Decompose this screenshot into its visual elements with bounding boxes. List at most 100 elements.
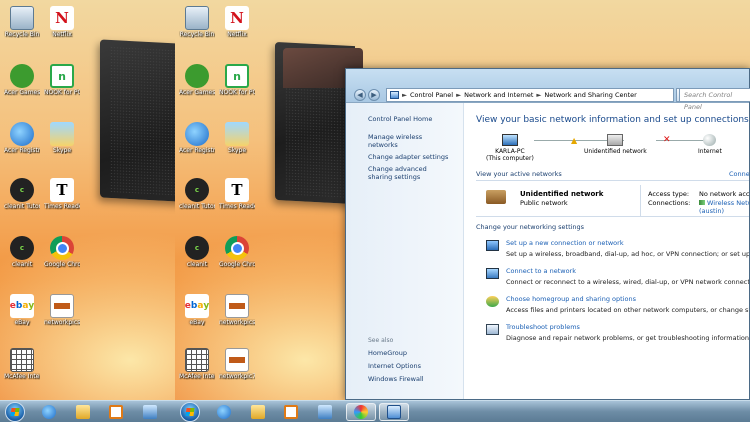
window-titlebar[interactable]: ◀ ▶ ► Control Panel ► Network and Intern… <box>346 69 750 111</box>
map-computer-node[interactable]: KARLA-PC (This computer) <box>486 134 534 162</box>
mcafee-icon <box>185 348 209 372</box>
acer-games-shortcut[interactable]: Acer Games <box>179 64 215 96</box>
change-advanced-sharing-link[interactable]: Change advanced sharing settings <box>368 165 450 181</box>
network-sharing-center-window[interactable]: ◀ ▶ ► Control Panel ► Network and Intern… <box>345 68 750 400</box>
connect-network-link[interactable]: Connect to a network <box>506 267 749 275</box>
control-panel-home-link[interactable]: Control Panel Home <box>368 115 463 123</box>
mcafee-shortcut[interactable]: McAfee Internet Sc... <box>179 348 215 380</box>
manage-wireless-networks-link[interactable]: Manage wireless networks <box>368 133 450 149</box>
desktop-icon-label: Acer Games <box>4 89 40 96</box>
task-troubleshoot[interactable]: Troubleshoot problems Diagnose and repai… <box>476 323 749 342</box>
desktop-icon-label: networkpic7 <box>219 373 255 380</box>
map-network-node[interactable]: Unidentified network <box>584 134 647 155</box>
networkpics-shortcut[interactable]: networkpics1 <box>219 294 255 326</box>
desktop-icon-label: cleanit Tutorial <box>4 203 40 210</box>
google-chrome-shortcut[interactable]: Google Chrome <box>219 236 255 268</box>
acer-registration-icon <box>10 122 34 146</box>
breadcrumb-network-internet[interactable]: Network and Internet <box>464 91 533 99</box>
networkpic7-shortcut[interactable]: networkpic7 <box>219 348 255 380</box>
divider <box>640 185 641 216</box>
address-bar[interactable]: ► Control Panel ► Network and Internet ►… <box>386 88 674 102</box>
homegroup-link[interactable]: HomeGroup <box>368 349 450 357</box>
internet-options-link[interactable]: Internet Options <box>368 362 450 370</box>
desktop-icon-label: Acer Games <box>179 89 215 96</box>
times-reader-shortcut[interactable]: T Times Reader <box>219 178 255 210</box>
acer-games-icon <box>185 64 209 88</box>
breadcrumb-control-panel[interactable]: Control Panel <box>410 91 453 99</box>
recycle-bin-shortcut[interactable]: Recycle Bin <box>179 6 215 38</box>
task-setup-connection[interactable]: Set up a new connection or network Set u… <box>476 239 749 258</box>
taskbar-ie-button[interactable] <box>211 403 237 421</box>
homegroup-sharing-link[interactable]: Choose homegroup and sharing options <box>506 295 749 303</box>
netflix-icon: N <box>225 6 249 30</box>
times-reader-shortcut[interactable]: T Times Reader <box>44 178 80 210</box>
desktop-icon-label: Recycle Bin <box>179 31 215 38</box>
connect-disconnect-link[interactable]: Connect <box>729 170 749 178</box>
search-input[interactable]: Search Control Panel <box>679 88 750 111</box>
arrow-left-icon: ◀ <box>357 91 363 99</box>
active-networks-header: View your active networks Connect <box>476 170 749 181</box>
page-title: View your basic network information and … <box>476 115 749 125</box>
cleanit-tutorial-shortcut[interactable]: c cleanit Tutorial <box>4 178 40 210</box>
map-internet-node[interactable]: Internet <box>698 134 722 155</box>
troubleshoot-link[interactable]: Troubleshoot problems <box>506 323 749 331</box>
cleanit-shortcut[interactable]: c cleanit <box>4 236 40 268</box>
taskbar-ie-button[interactable] <box>36 403 62 421</box>
taskbar-control-panel-button[interactable] <box>379 403 409 421</box>
acer-registration-shortcut[interactable]: Acer Registration <box>4 122 40 154</box>
skype-shortcut[interactable]: Skype <box>219 122 255 154</box>
taskbar-paint-button[interactable] <box>346 403 376 421</box>
taskbar-network-button[interactable] <box>312 403 338 421</box>
wireless-connection-link[interactable]: Wireless Network (austin) <box>699 199 749 215</box>
acer-games-shortcut[interactable]: Acer Games <box>4 64 40 96</box>
netflix-shortcut[interactable]: N Netflix <box>44 6 80 38</box>
times-reader-icon: T <box>50 178 74 202</box>
change-adapter-settings-link[interactable]: Change adapter settings <box>368 153 450 161</box>
network-location-type-link[interactable]: Public network <box>520 199 568 207</box>
task-homegroup-sharing[interactable]: Choose homegroup and sharing options Acc… <box>476 295 749 314</box>
warning-icon: ▲ <box>571 136 578 145</box>
disconnected-x-icon: ✕ <box>663 135 671 145</box>
taskbar-media-button[interactable] <box>103 403 129 421</box>
desktop-left: Recycle Bin N Netflix Acer Games n NOOK … <box>0 0 175 400</box>
mcafee-shortcut[interactable]: McAfee Internet Sc... <box>4 348 40 380</box>
connect-network-desc: Connect or reconnect to a wireless, wire… <box>506 278 749 286</box>
google-chrome-icon <box>50 236 74 260</box>
desktop-icon-label: networkpics1 <box>219 319 255 326</box>
taskbar-explorer-button[interactable] <box>70 403 96 421</box>
back-button[interactable]: ◀ <box>354 89 366 101</box>
taskbar-media-button[interactable] <box>278 403 304 421</box>
start-orb-icon[interactable] <box>5 402 25 422</box>
taskbar-network-button[interactable] <box>137 403 163 421</box>
nook-icon: n <box>225 64 249 88</box>
ebay-shortcut[interactable]: ebay eBay <box>4 294 40 326</box>
ebay-shortcut[interactable]: ebay eBay <box>179 294 215 326</box>
networkpics-shortcut[interactable]: networkpics1 <box>44 294 80 326</box>
breadcrumb-network-sharing-center[interactable]: Network and Sharing Center <box>544 91 636 99</box>
desktop-icon-label: Times Reader <box>44 203 80 210</box>
desktop-icon-label: cleanit <box>11 261 33 268</box>
active-network-name: Unidentified network <box>520 190 604 198</box>
taskbar-explorer-button[interactable] <box>245 403 271 421</box>
forward-button[interactable]: ▶ <box>368 89 380 101</box>
skype-shortcut[interactable]: Skype <box>44 122 80 154</box>
see-also-section: See also HomeGroup Internet Options Wind… <box>368 337 450 388</box>
cleanit-shortcut[interactable]: c cleanit <box>179 236 215 268</box>
google-chrome-shortcut[interactable]: Google Chrome <box>44 236 80 268</box>
public-network-bench-icon <box>486 190 506 204</box>
recycle-bin-shortcut[interactable]: Recycle Bin <box>4 6 40 38</box>
network-name: Unidentified network <box>584 148 647 155</box>
nook-shortcut[interactable]: n NOOK for PC <box>219 64 255 96</box>
cleanit-tutorial-shortcut[interactable]: c cleanit Tutorial <box>179 178 215 210</box>
setup-connection-link[interactable]: Set up a new connection or network <box>506 239 749 247</box>
start-orb-icon[interactable] <box>180 402 200 422</box>
setup-connection-desc: Set up a wireless, broadband, dial-up, a… <box>506 250 749 258</box>
netflix-shortcut[interactable]: N Netflix <box>219 6 255 38</box>
nook-shortcut[interactable]: n NOOK for PC <box>44 64 80 96</box>
homegroup-sharing-desc: Access files and printers located on oth… <box>506 306 749 314</box>
desktop-icon-label: networkpics1 <box>44 319 80 326</box>
task-connect-network[interactable]: Connect to a network Connect or reconnec… <box>476 267 749 286</box>
acer-registration-shortcut[interactable]: Acer Registration <box>179 122 215 154</box>
windows-firewall-link[interactable]: Windows Firewall <box>368 375 450 383</box>
desktop-icon-label: cleanit <box>186 261 208 268</box>
